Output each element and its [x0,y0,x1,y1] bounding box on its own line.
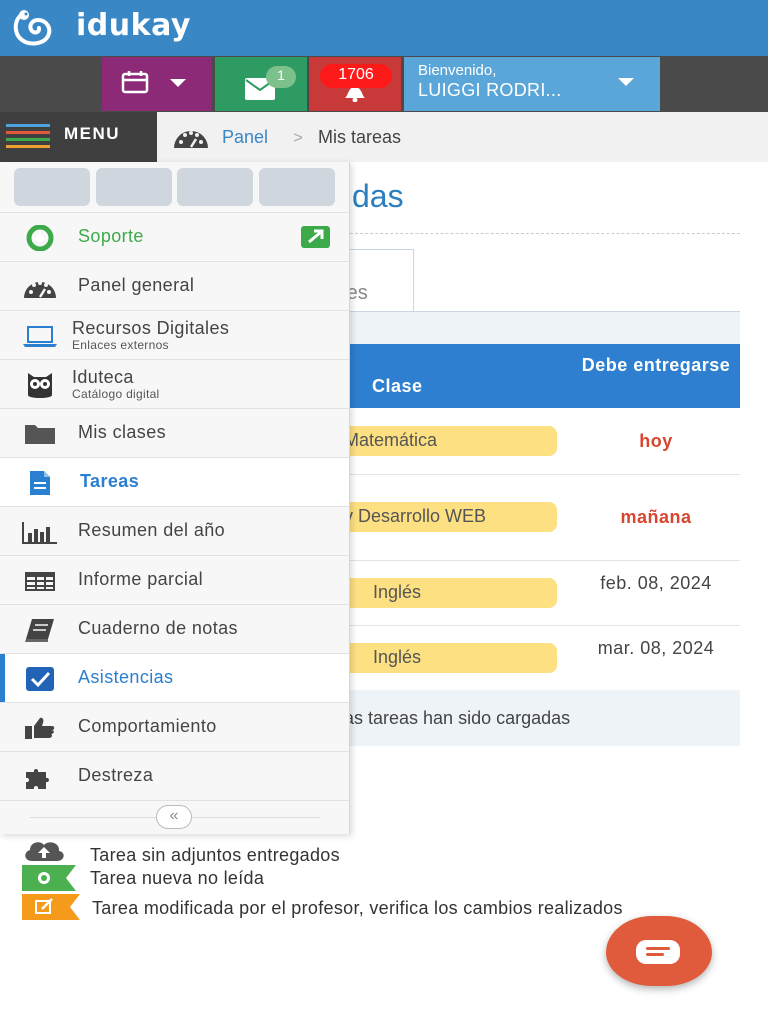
messages-badge: 1 [266,66,296,88]
sidebar-item-label: Mis clases [78,422,167,442]
sidebar-item-comportamiento[interactable]: Comportamiento [0,702,349,751]
laptop-icon [23,326,57,347]
sidebar-item-destreza[interactable]: Destreza [0,751,349,800]
sidebar-item-asistencias[interactable]: Asistencias [0,653,349,702]
legend-text: Tarea nueva no leída [90,868,265,888]
lifebuoy-icon [26,225,54,251]
breadcrumb-panel-link[interactable]: Panel [222,127,268,148]
cloud-upload-icon [25,842,64,861]
legend-text: Tarea sin adjuntos entregados [90,845,340,865]
sidebar-item-label: Asistencias [78,667,174,687]
menu-label[interactable]: MENU [64,124,120,144]
user-greeting: Bienvenido, [418,62,497,79]
notifications-badge: 1706 [320,64,392,88]
class-name: Inglés [373,582,422,602]
external-link-icon[interactable] [301,226,330,248]
due-date: mar. 08, 2024 [597,638,715,658]
new-badge-icon [22,865,76,891]
sidebar-item-label: Panel general [78,275,195,295]
sidebar-item-label: Informe parcial [78,569,204,589]
class-name: y Desarrollo WEB [344,506,487,526]
quick-access-button[interactable] [14,168,90,206]
checkbox-icon [26,667,54,691]
collapse-menu-button[interactable]: « [156,805,192,829]
menu-divider [0,800,349,801]
calendar-button[interactable] [102,57,212,111]
document-icon [30,471,50,495]
chevron-down-icon [618,78,634,86]
sidebar-item-tareas[interactable]: Tareas [0,457,349,506]
puzzle-icon [26,769,49,789]
sidebar-item-label: Comportamiento [78,716,217,736]
sidebar-item-label: Soporte [78,226,144,246]
sidebar-item-panel-general[interactable]: Panel general [0,261,349,310]
column-header-debe[interactable]: Debe entregarse [578,354,734,376]
chevron-down-icon [170,79,186,87]
class-name: Matemática [344,430,438,450]
thumbs-up-icon [25,717,55,739]
sidebar-item-label: Destreza [78,765,154,785]
sidebar-item-label: Tareas [80,471,140,491]
sidebar-item-recursos-digitales[interactable]: Recursos Digitales Enlaces externos [0,310,349,359]
dashboard-icon [24,281,56,298]
owl-icon [28,373,52,398]
hamburger-icon [6,124,50,148]
folder-icon [25,425,55,444]
title-divider [350,233,740,234]
page-title-text: das [352,178,404,214]
dashboard-icon [174,131,208,148]
sidebar-item-informe-parcial[interactable]: Informe parcial [0,555,349,604]
sidebar-item-label: Recursos Digitales [72,318,230,338]
sidebar-item-label: Cuaderno de notas [78,618,238,638]
sidebar-item-label: Resumen del año [78,520,226,540]
quick-access-button[interactable] [259,168,335,206]
sidebar-item-sublabel: Enlaces externos [72,338,169,352]
breadcrumb-separator: > [293,128,303,147]
chat-icon [636,940,680,964]
sidebar-item-label: Iduteca [72,367,134,387]
calendar-icon [121,71,149,94]
table-icon [25,572,55,591]
quick-access-button[interactable] [96,168,172,206]
legend-text: Tarea modificada por el profesor, verifi… [92,898,623,918]
user-name: LUIGGI RODRI... [418,80,562,100]
breadcrumb-current: Mis tareas [318,127,402,147]
bar-chart-icon [22,522,57,544]
table-footer-text: las tareas han sido cargadas [340,708,571,728]
due-date: feb. 08, 2024 [600,573,712,593]
sidebar-item-resumen[interactable]: Resumen del año [0,506,349,555]
column-header-clase[interactable]: Clase [372,376,423,397]
sidebar-item-iduteca[interactable]: Iduteca Catálogo digital [0,359,349,408]
notebook-icon [25,619,54,642]
brand-name[interactable]: idukay [76,8,191,43]
sidebar-item-sublabel: Catálogo digital [72,387,160,401]
sidebar-item-mis-clases[interactable]: Mis clases [0,408,349,457]
due-date: hoy [639,431,673,451]
sidebar-item-soporte[interactable]: Soporte [0,212,349,261]
class-name: Inglés [373,647,422,667]
due-date: mañana [620,507,692,527]
quick-access-button[interactable] [177,168,253,206]
sidebar-item-cuaderno[interactable]: Cuaderno de notas [0,604,349,653]
idukay-logo-icon[interactable] [10,8,58,48]
